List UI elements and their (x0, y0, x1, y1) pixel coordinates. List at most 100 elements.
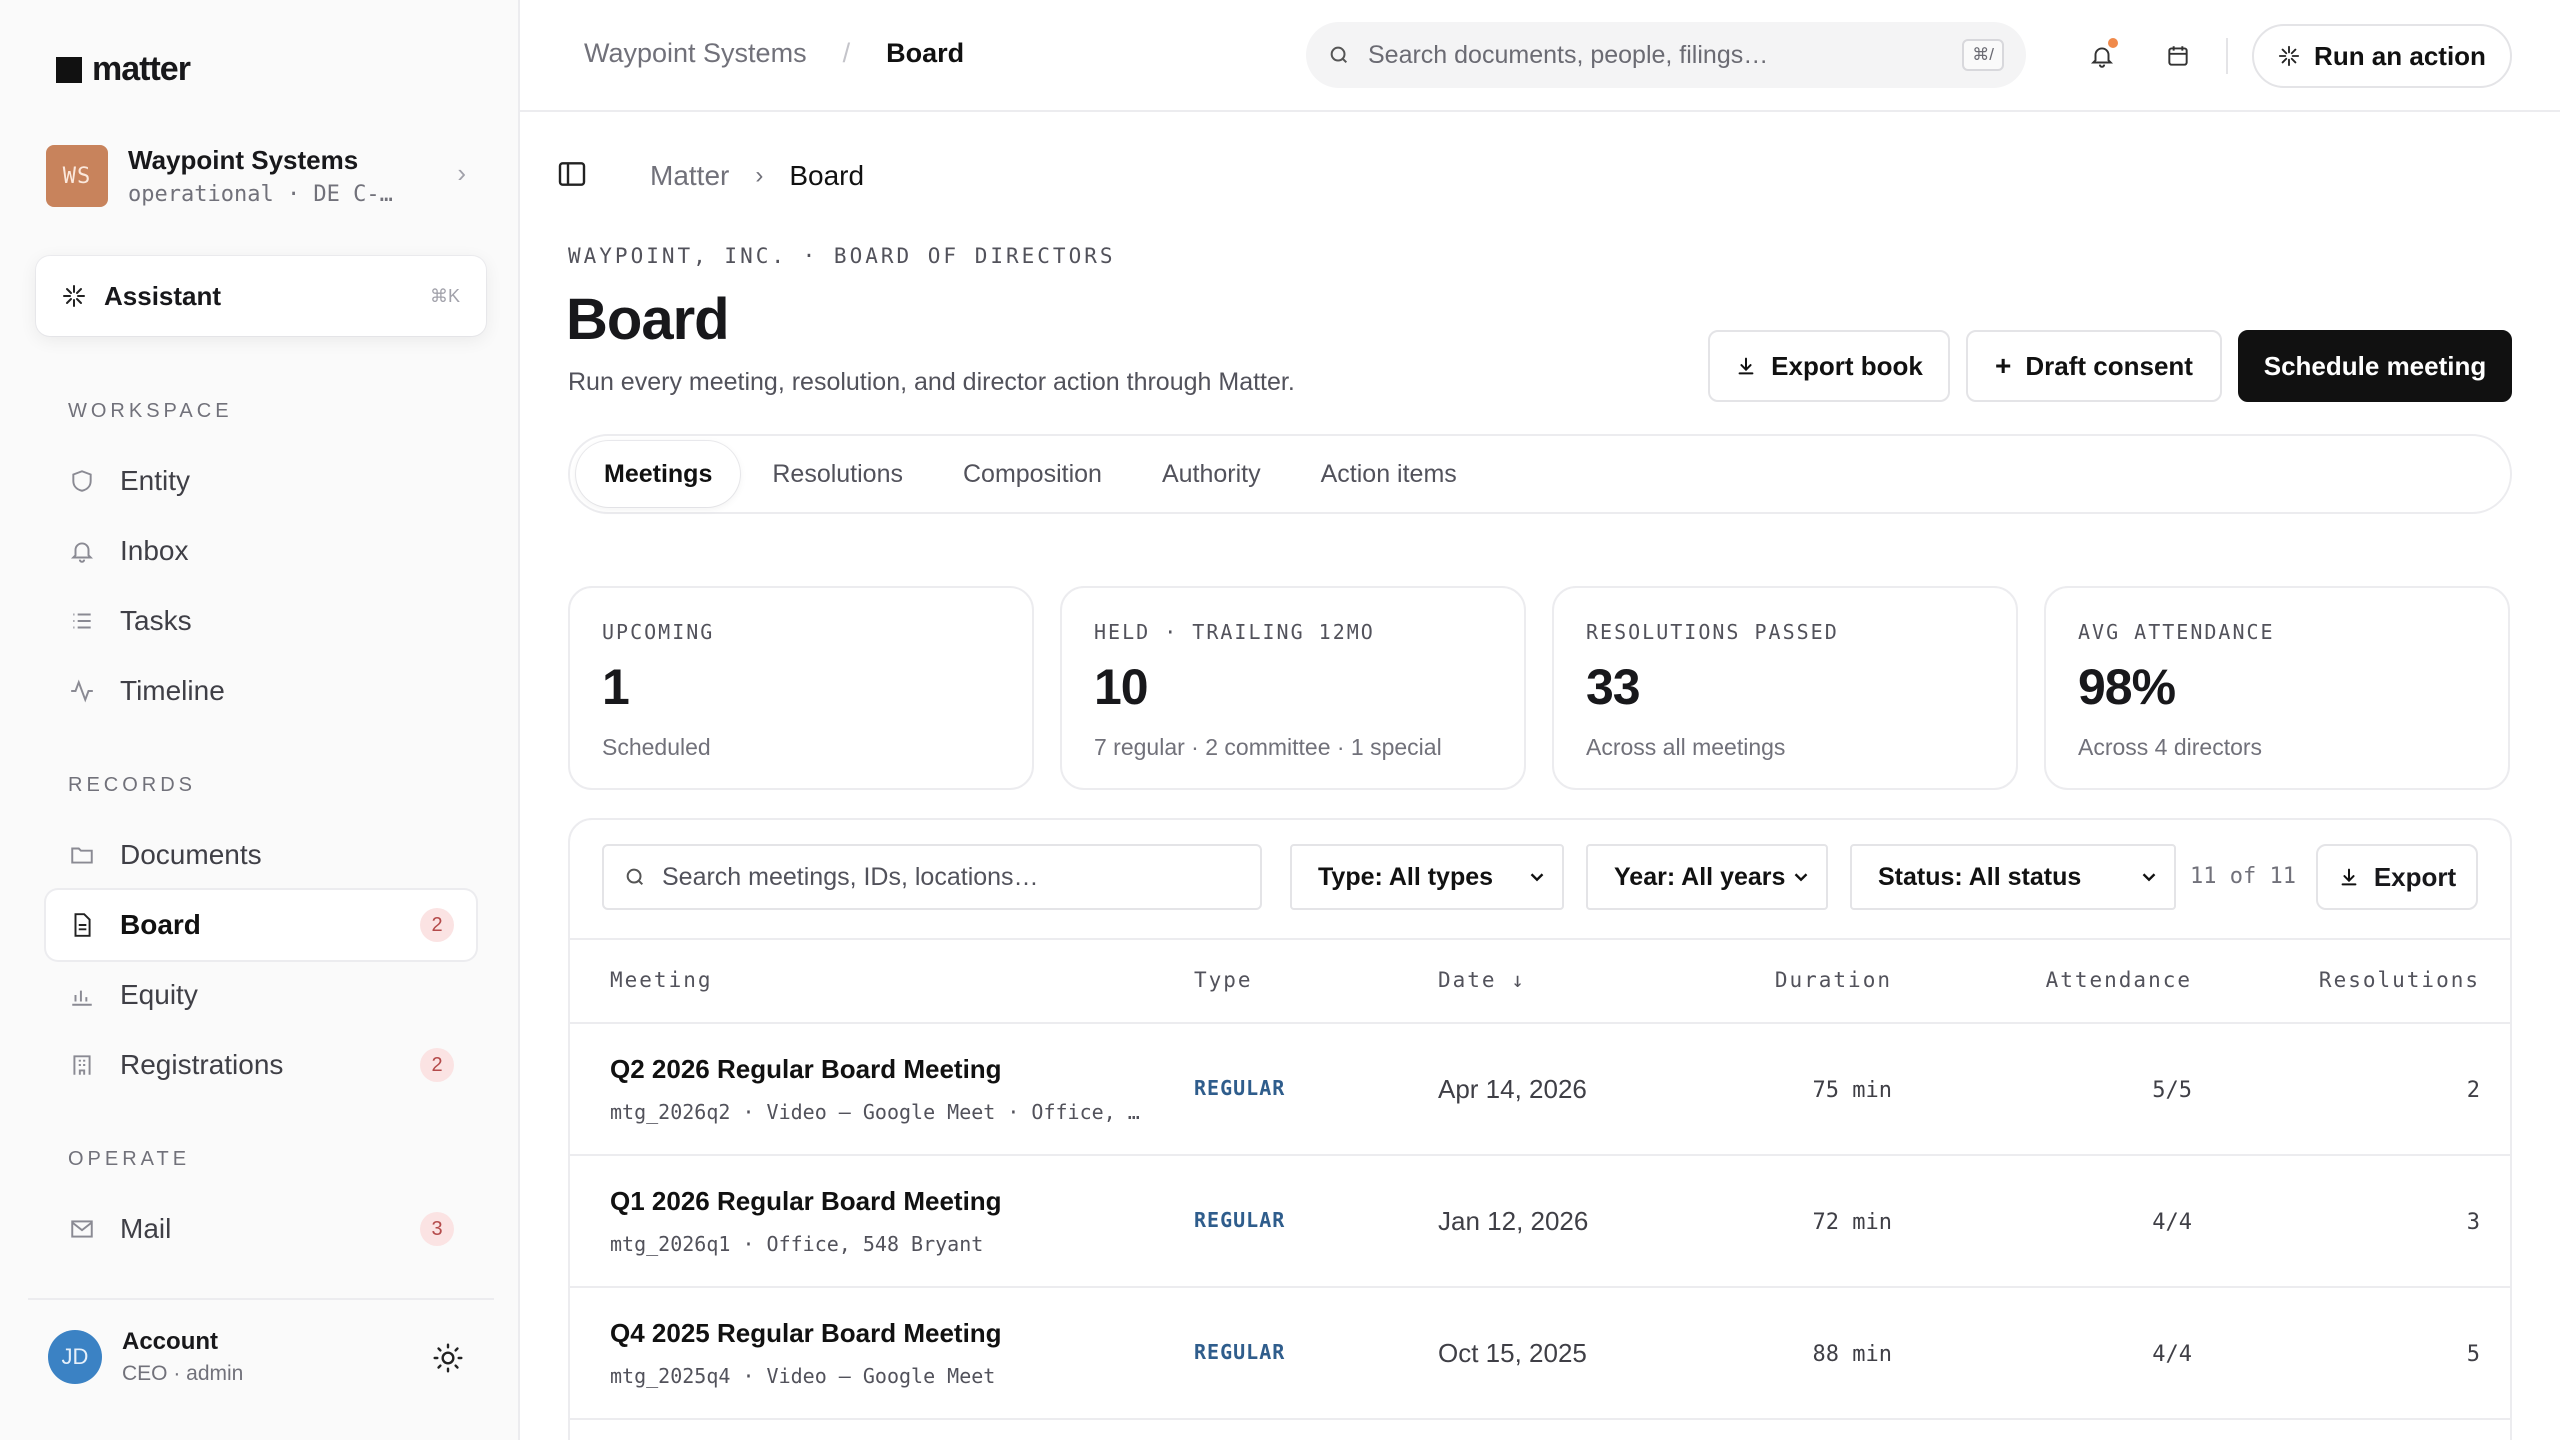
meeting-type: REGULAR (1194, 1076, 1286, 1100)
year-filter-select[interactable]: Year: All years (1586, 844, 1828, 910)
global-search-input[interactable] (1368, 40, 1945, 70)
building-icon (68, 1051, 96, 1079)
download-icon (1738, 357, 1754, 375)
stat-card-attendance: AVG ATTENDANCE 98% Across 4 directors (2044, 586, 2510, 790)
account-menu[interactable]: JD Account CEO · admin (48, 1322, 468, 1392)
assistant-button[interactable]: Assistant ⌘K (36, 256, 486, 336)
sidebar-toggle-button[interactable] (556, 158, 592, 194)
table-row[interactable]: Q2 2026 Regular Board Meeting mtg_2026q2… (570, 1024, 2510, 1156)
theme-toggle-button[interactable] (428, 1338, 468, 1378)
tab-meetings[interactable]: Meetings (576, 441, 741, 507)
status-filter-select[interactable]: Status: All status (1850, 844, 2176, 910)
table-row[interactable]: Q4 2025 Regular Board Meeting mtg_2025q4… (570, 1288, 2510, 1420)
bar-chart-icon (68, 981, 96, 1009)
org-switcher[interactable]: WS Waypoint Systems operational · DE C-…… (46, 140, 466, 212)
calendar-button[interactable] (2158, 36, 2198, 76)
export-button[interactable]: Export (2316, 844, 2478, 910)
stat-card-resolutions: RESOLUTIONS PASSED 33 Across all meeting… (1552, 586, 2018, 790)
meetings-table: Type: All types Year: All years Status: … (568, 818, 2512, 1440)
nav-section-operate: OPERATE (68, 1148, 191, 1170)
export-book-button[interactable]: Export book (1708, 330, 1950, 402)
export-label: Export (2373, 861, 2457, 892)
chevron-down-icon (1794, 873, 1808, 882)
draft-consent-label: Draft consent (2025, 350, 2193, 381)
column-type[interactable]: Type (1194, 968, 1253, 992)
meeting-meta: mtg_2025q4 · Video — Google Meet (610, 1364, 996, 1388)
sidebar-item-label: Documents (120, 839, 262, 870)
sidebar-item-board[interactable]: Board 2 (46, 890, 476, 960)
meeting-resolutions: 2 (2466, 1078, 2480, 1103)
sidebar-divider (28, 1298, 494, 1300)
search-icon (1330, 46, 1348, 64)
global-search[interactable]: ⌘/ (1306, 22, 2026, 88)
stat-label: UPCOMING (602, 620, 715, 644)
plus-icon: + (1995, 350, 2012, 381)
sidebar-item-documents[interactable]: Documents (46, 820, 476, 890)
stat-subtext: Across 4 directors (2078, 734, 2263, 760)
table-row[interactable]: Q1 2026 Regular Board Meeting mtg_2026q1… (570, 1156, 2510, 1288)
sidebar-item-equity[interactable]: Equity (46, 960, 476, 1030)
breadcrumb-current: Board (789, 160, 865, 191)
shield-icon (68, 467, 96, 495)
breadcrumb-root[interactable]: Matter (650, 160, 729, 192)
stat-value: 1 (602, 659, 630, 715)
count-badge: 3 (420, 1212, 454, 1246)
stat-card-held: HELD · TRAILING 12MO 10 7 regular · 2 co… (1060, 586, 1526, 790)
list-icon (68, 607, 96, 635)
tab-resolutions[interactable]: Resolutions (744, 441, 931, 507)
status-filter-value: Status: All status (1878, 862, 2082, 891)
meeting-resolutions: 5 (2466, 1342, 2480, 1367)
app-logo[interactable]: matter (56, 50, 191, 89)
tab-composition[interactable]: Composition (935, 441, 1130, 507)
sidebar-item-mail[interactable]: Mail 3 (46, 1194, 476, 1264)
table-search-input[interactable] (662, 862, 1240, 892)
year-filter-value: Year: All years (1614, 862, 1786, 891)
chevron-down-icon (1530, 873, 1544, 882)
sidebar-item-timeline[interactable]: Timeline (46, 656, 476, 726)
run-action-label: Run an action (2314, 40, 2486, 71)
search-shortcut: ⌘/ (1962, 39, 2004, 71)
nav-section-workspace: WORKSPACE (68, 400, 233, 422)
stat-subtext: Across all meetings (1586, 734, 1786, 760)
meeting-resolutions: 3 (2466, 1210, 2480, 1235)
chevron-right-icon: › (457, 158, 466, 188)
column-duration[interactable]: Duration (1570, 968, 1892, 992)
table-search[interactable] (602, 844, 1262, 910)
assistant-label: Assistant (104, 280, 222, 311)
meeting-meta: mtg_2026q2 · Video — Google Meet · Offic… (610, 1100, 1140, 1124)
meeting-date: Oct 15, 2025 (1438, 1338, 1587, 1368)
sidebar-item-entity[interactable]: Entity (46, 446, 476, 516)
breadcrumb-root[interactable]: Waypoint Systems (584, 38, 807, 69)
top-bar: Waypoint Systems / Board ⌘/ Run an actio… (520, 0, 2560, 112)
sidebar-item-inbox[interactable]: Inbox (46, 516, 476, 586)
run-action-button[interactable]: Run an action (2252, 24, 2512, 88)
schedule-meeting-button[interactable]: Schedule meeting (2238, 330, 2512, 402)
chevron-down-icon (2142, 873, 2156, 882)
column-meeting[interactable]: Meeting (610, 968, 713, 992)
sidebar-item-label: Entity (120, 465, 191, 496)
activity-icon (68, 677, 96, 705)
org-subtitle: operational · DE C-… (128, 182, 393, 207)
stat-value: 98% (2078, 659, 2176, 715)
table-header: Meeting Type Date ↓ Duration Attendance … (570, 940, 2510, 1024)
notifications-button[interactable] (2082, 36, 2122, 76)
panel-left-icon (558, 162, 586, 186)
sidebar-item-registrations[interactable]: Registrations 2 (46, 1030, 476, 1100)
tab-action-items[interactable]: Action items (1293, 441, 1485, 507)
stat-label: RESOLUTIONS PASSED (1586, 620, 1839, 644)
logo-text: matter (92, 50, 191, 88)
type-filter-select[interactable]: Type: All types (1290, 844, 1564, 910)
sidebar-item-label: Tasks (120, 605, 192, 636)
sparkle-icon (63, 285, 85, 307)
column-date[interactable]: Date ↓ (1438, 968, 1526, 992)
column-resolutions[interactable]: Resolutions (2070, 968, 2480, 992)
draft-consent-button[interactable]: + Draft consent (1966, 330, 2222, 402)
tab-authority[interactable]: Authority (1134, 441, 1289, 507)
page-title: Board (566, 287, 730, 352)
sidebar-item-tasks[interactable]: Tasks (46, 586, 476, 656)
org-name: Waypoint Systems (128, 145, 359, 175)
count-badge: 2 (420, 908, 454, 942)
meeting-duration: 75 min (1812, 1078, 1892, 1103)
page-breadcrumb: Matter › Board (650, 160, 864, 192)
org-avatar: WS (46, 145, 108, 207)
